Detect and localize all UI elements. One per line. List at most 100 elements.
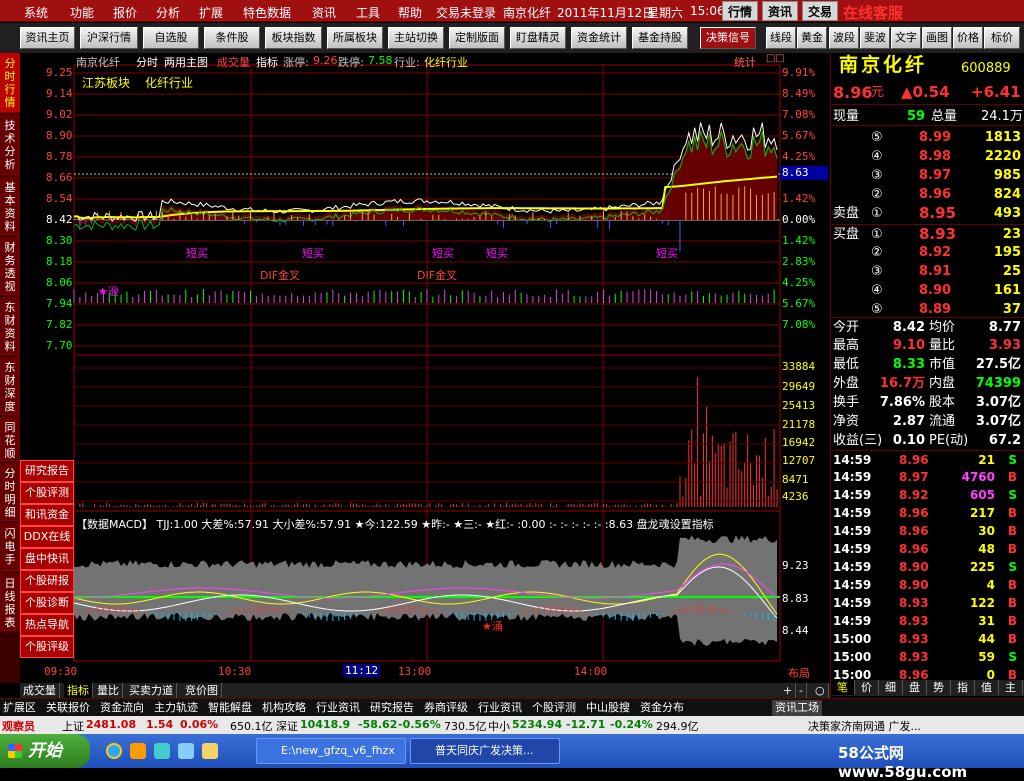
start-button[interactable]: 开始 [0,734,90,768]
task-trading-app[interactable]: 普天同庆广发决策... [410,738,560,764]
stat-link[interactable]: 统计 [734,54,756,70]
ask-row[interactable]: 卖盘 ① 8.95 493 [831,204,1024,223]
tick-row[interactable]: 14:59 8.96 21 S [831,450,1024,468]
tab-bid-chart[interactable]: 竞价图 [182,683,222,698]
menu-function[interactable]: 功能 [70,4,94,21]
trade-status[interactable]: 交易未登录 [436,4,496,21]
quote-tab[interactable]: 指 [951,680,975,695]
ext-link[interactable]: 扩展区 [0,700,39,716]
tick-row[interactable]: 14:59 8.90 4 B [831,576,1024,594]
reset-button[interactable]: ○ [812,683,829,698]
toolbar-gold[interactable]: 黄金 [797,27,827,49]
quote-tab[interactable]: 主 [999,680,1023,695]
menu-system[interactable]: 系统 [24,4,48,21]
quote-tab[interactable]: 盘 [903,680,927,695]
toolbar-market[interactable]: 沪深行情 [80,27,138,49]
tab-indicator[interactable]: 指标 [64,683,93,698]
bid-row[interactable]: ③ 8.91 25 [831,262,1024,281]
nav-intraday[interactable]: 分时行情 [0,53,20,113]
tick-row[interactable]: 14:59 8.96 217 B [831,504,1024,522]
ext-link[interactable]: 研究报告 [367,700,417,716]
ext-link[interactable]: 行业资讯 [313,700,363,716]
toolbar-server[interactable]: 主站切换 [388,27,444,49]
chart-window-buttons[interactable]: □□ [766,53,785,64]
menu-quote[interactable]: 报价 [113,4,137,21]
bid-row[interactable]: 买盘 ① 8.93 23 [831,224,1024,243]
ask-row[interactable]: ② 8.96 824 [831,185,1024,204]
nav-detail[interactable]: 分时明细 [0,463,20,521]
chart-ind-toggle[interactable]: 指标 [256,54,278,70]
tick-row[interactable]: 14:59 8.93 31 B [831,612,1024,630]
intraday-chart[interactable]: 南京化纤 分时 两用主图 成交量 指标 涨停: 9.26 跌停: 7.58 行业… [20,53,830,683]
ie-icon[interactable] [106,743,122,759]
ext-link[interactable]: 行业资讯 [475,700,525,716]
board-region[interactable]: 江苏板块 [82,74,130,91]
tab-buy-sell-force[interactable]: 买卖力道 [126,683,177,698]
toolbar-text[interactable]: 文字 [891,27,921,49]
quote-tab[interactable]: 值 [975,680,999,695]
toolbar-fib[interactable]: 斐波 [860,27,890,49]
link-stock-review[interactable]: 个股评测 [20,482,74,504]
menu-extend[interactable]: 扩展 [199,4,223,21]
toolbar-segment[interactable]: 线段 [766,27,796,49]
tab-news[interactable]: 资讯 [762,1,798,21]
link-hexun-fund[interactable]: 和讯资金 [20,504,74,526]
task-explorer[interactable]: E:\new_gfzq_v6_fhzx [256,738,406,764]
toolbar-monitor[interactable]: 盯盘精灵 [510,27,566,49]
nav-ths[interactable]: 同花顺 [0,417,20,461]
bid-row[interactable]: ② 8.92 195 [831,243,1024,262]
ask-row[interactable]: ④ 8.98 2220 [831,147,1024,166]
tab-quote[interactable]: 行情 [722,1,758,21]
tick-row[interactable]: 15:00 8.93 59 S [831,648,1024,666]
quicklaunch-icon[interactable] [130,743,146,759]
ext-link[interactable]: 资金分布 [637,700,687,716]
nav-finance[interactable]: 财务透视 [0,237,20,295]
ext-link[interactable]: 资讯工场 [772,700,822,716]
ask-row[interactable]: ⑤ 8.99 1813 [831,128,1024,147]
nav-basic-info[interactable]: 基本资料 [0,177,20,235]
toolbar-sector[interactable]: 所属板块 [327,27,383,49]
chart-main-type[interactable]: 两用主图 [164,54,208,70]
chart-vol-toggle[interactable]: 成交量 [217,54,250,70]
tick-row[interactable]: 14:59 8.96 48 B [831,540,1024,558]
link-stock-research[interactable]: 个股研报 [20,570,74,592]
link-stock-rating[interactable]: 个股评级 [20,636,74,658]
toolbar-mark-price[interactable]: 标价 [984,27,1020,49]
toolbar-wave[interactable]: 波段 [829,27,859,49]
quote-tab[interactable]: 细 [879,680,903,695]
ext-link[interactable]: 中山股搜 [583,700,633,716]
ext-link[interactable]: 智能解盘 [205,700,255,716]
news-ticker[interactable]: 决策家济南网通 广发... [808,718,921,734]
bid-row[interactable]: ④ 8.90 161 [831,281,1024,300]
ext-link[interactable]: 主力轨迹 [151,700,201,716]
tab-volume[interactable]: 成交量 [20,683,60,698]
toolbar-fund-stat[interactable]: 资金统计 [571,27,627,49]
tick-row[interactable]: 14:59 8.97 4760 B [831,468,1024,486]
toolbar-sector-index[interactable]: 板块指数 [265,27,322,49]
menu-help[interactable]: 帮助 [398,4,422,21]
zoom-out-button[interactable]: - [796,683,807,698]
menu-analysis[interactable]: 分析 [156,4,180,21]
toolbar-signal[interactable]: 决策信号 [700,27,756,49]
quote-tab[interactable]: 价 [855,680,879,695]
nav-east-depth[interactable]: 东财深度 [0,357,20,415]
tab-volume-ratio[interactable]: 量比 [94,683,123,698]
toolbar-news-home[interactable]: 资讯主页 [20,27,75,49]
tick-row[interactable]: 14:59 8.93 122 B [831,594,1024,612]
link-ddx-online[interactable]: DDX在线 [20,526,74,548]
nav-flash[interactable]: 闪电手 [0,523,20,571]
observer-title[interactable]: 观察员 [2,718,35,734]
tab-trade[interactable]: 交易 [802,1,838,21]
ext-link[interactable]: 个股评测 [529,700,579,716]
toolbar-draw[interactable]: 画图 [922,27,952,49]
zoom-in-button[interactable]: + [780,683,797,698]
board-industry[interactable]: 化纤行业 [145,74,193,91]
nav-tech-analysis[interactable]: 技术分析 [0,115,20,175]
ext-link[interactable]: 资金流向 [97,700,147,716]
quote-tab[interactable]: 笔 [831,680,855,695]
toolbar-condition[interactable]: 条件股 [204,27,260,49]
menu-tools[interactable]: 工具 [356,4,380,21]
ext-link[interactable]: 机构攻略 [259,700,309,716]
chart-mode[interactable]: 分时 [136,54,158,70]
toolbar-layout[interactable]: 定制版面 [449,27,505,49]
